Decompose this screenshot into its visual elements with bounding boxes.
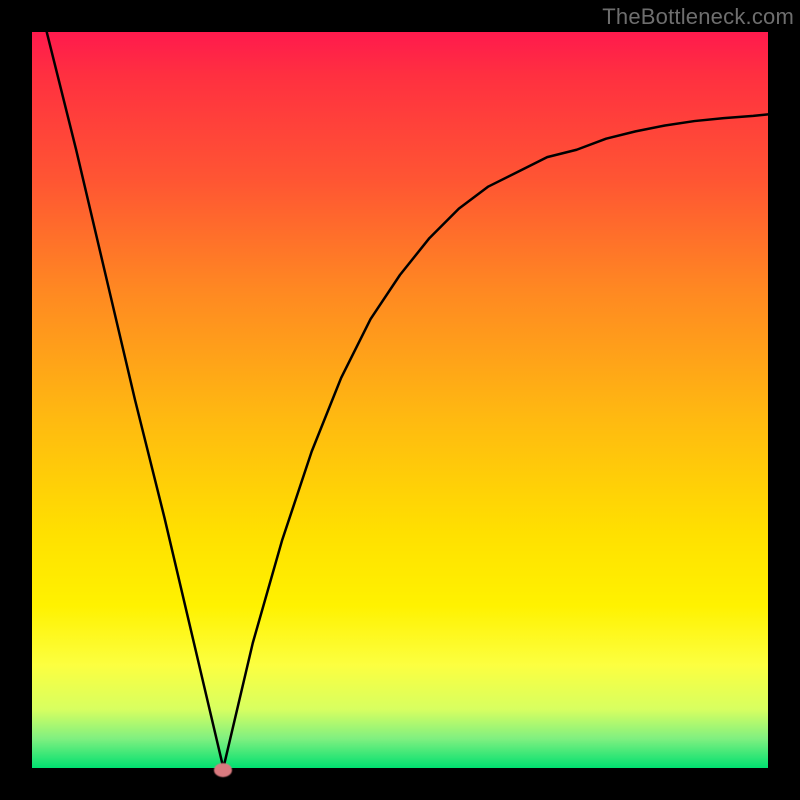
plot-area bbox=[32, 32, 768, 768]
chart-container: TheBottleneck.com bbox=[0, 0, 800, 800]
chart-curve bbox=[32, 32, 768, 768]
curve-path bbox=[47, 32, 768, 768]
watermark-text: TheBottleneck.com bbox=[602, 4, 794, 30]
curve-minimum-marker bbox=[214, 763, 232, 777]
